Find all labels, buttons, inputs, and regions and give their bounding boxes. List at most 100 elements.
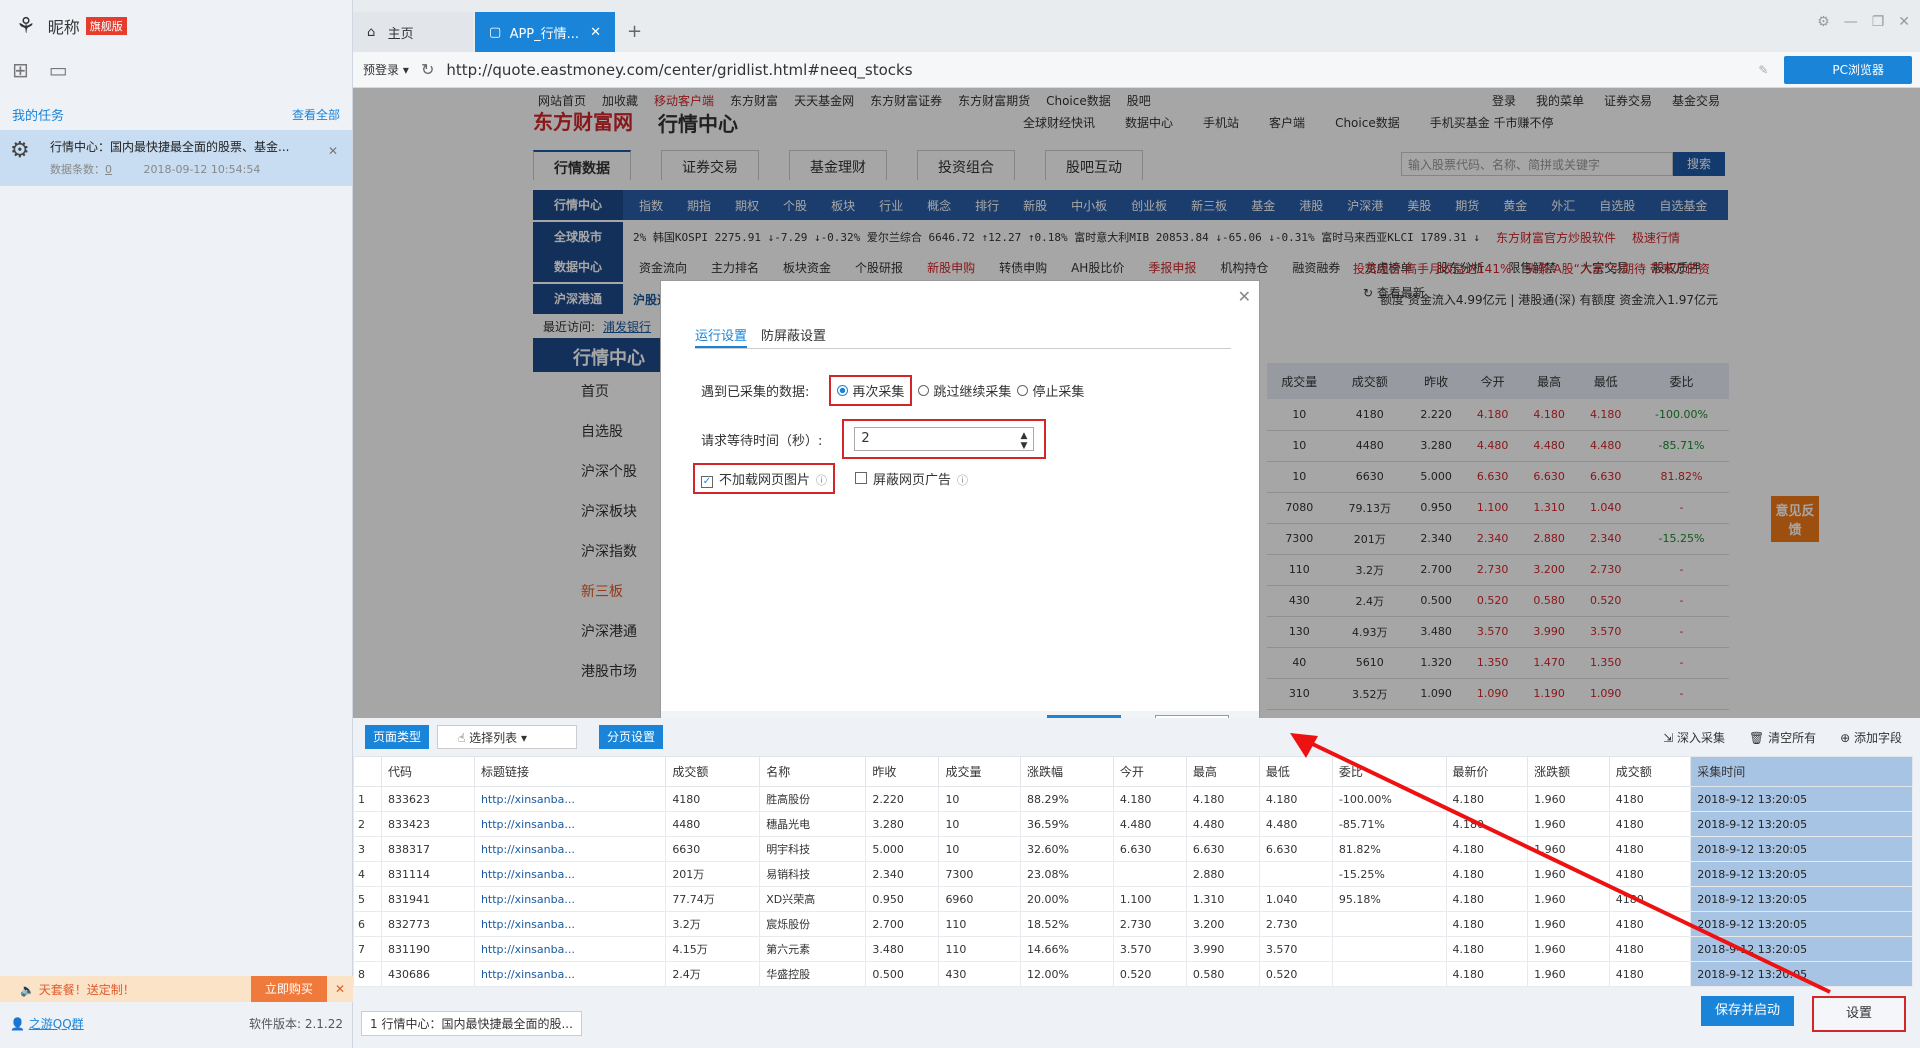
table-cell[interactable]: 20.00% bbox=[1020, 886, 1114, 912]
table-cell[interactable]: 宸烁股份 bbox=[759, 911, 867, 937]
table-cell[interactable]: 2.4万 bbox=[665, 961, 761, 987]
qq-group-link[interactable]: 👤 之游QQ群 bbox=[10, 1015, 84, 1032]
table-cell[interactable]: 4180 bbox=[1608, 911, 1692, 937]
table-cell[interactable]: 831114 bbox=[381, 861, 475, 887]
table-cell[interactable]: 4.180 bbox=[1445, 811, 1529, 837]
table-cell[interactable]: 2.880 bbox=[1185, 861, 1260, 887]
stepper-arrows-icon[interactable]: ▲ ▼ bbox=[1020, 431, 1027, 451]
table-cell[interactable]: 430 bbox=[938, 961, 1022, 987]
table-cell[interactable]: 833623 bbox=[381, 786, 475, 812]
table-cell[interactable]: 833423 bbox=[381, 811, 475, 837]
column-header[interactable]: 成交额 bbox=[665, 756, 761, 787]
settings-button[interactable]: 设置 bbox=[1812, 996, 1906, 1032]
table-cell[interactable]: 0.500 bbox=[865, 961, 940, 987]
user-avatar-icon[interactable]: ⚘ bbox=[16, 14, 36, 39]
clear-all-button[interactable]: 🗑 清空所有 bbox=[1749, 729, 1816, 746]
table-cell[interactable]: 1.960 bbox=[1527, 786, 1610, 812]
table-cell[interactable]: 8 bbox=[353, 961, 382, 987]
table-cell[interactable] bbox=[1112, 861, 1187, 887]
table-cell[interactable]: http://xinsanba... bbox=[473, 786, 667, 812]
table-cell[interactable]: http://xinsanba... bbox=[473, 886, 667, 912]
column-header[interactable]: 标题链接 bbox=[473, 756, 667, 787]
table-cell[interactable]: 2018-9-12 13:20:05 bbox=[1690, 811, 1913, 837]
column-header[interactable]: 名称 bbox=[759, 756, 867, 787]
table-cell[interactable]: 4.180 bbox=[1445, 861, 1529, 887]
table-cell[interactable]: 4.180 bbox=[1445, 786, 1529, 812]
no-images-checkbox[interactable]: ✓ 不加载网页图片 ⓘ bbox=[693, 463, 836, 494]
task-item[interactable]: ⚙ 行情中心：国内最快捷最全面的股票、基金... 数据条数：0 2018-09-… bbox=[0, 130, 352, 186]
table-cell[interactable]: 1.310 bbox=[1185, 886, 1260, 912]
login-menu[interactable]: 预登录 ▾ bbox=[353, 61, 409, 78]
recollect-radio[interactable]: 再次采集 bbox=[829, 375, 913, 406]
table-cell[interactable]: 95.18% bbox=[1331, 886, 1447, 912]
table-cell[interactable]: 4180 bbox=[1608, 861, 1692, 887]
pc-browser-button[interactable]: PC浏览器 bbox=[1784, 55, 1912, 84]
buy-now-button[interactable]: 立即购买 bbox=[250, 976, 327, 1002]
table-cell[interactable]: 4180 bbox=[1608, 936, 1692, 962]
table-cell[interactable]: XD兴荣高 bbox=[759, 886, 867, 912]
table-row[interactable]: 6 832773 http://xinsanba... 3.2万 宸烁股份 2.700 11… bbox=[353, 911, 1913, 937]
column-header[interactable]: 成交额 bbox=[1608, 756, 1692, 787]
table-cell[interactable]: 5.000 bbox=[865, 836, 940, 862]
column-header[interactable]: 代码 bbox=[381, 756, 475, 787]
table-cell[interactable]: http://xinsanba... bbox=[473, 961, 667, 987]
table-cell[interactable]: 832773 bbox=[381, 911, 475, 937]
table-cell[interactable] bbox=[1331, 961, 1447, 987]
column-header[interactable]: 今开 bbox=[1112, 756, 1187, 787]
table-cell[interactable]: 10 bbox=[938, 811, 1022, 837]
table-cell[interactable]: 4480 bbox=[665, 811, 761, 837]
table-cell[interactable]: 831190 bbox=[381, 936, 475, 962]
table-cell[interactable]: 2.730 bbox=[1258, 911, 1333, 937]
table-cell[interactable]: 32.60% bbox=[1020, 836, 1114, 862]
table-cell[interactable]: 23.08% bbox=[1020, 861, 1114, 887]
table-cell[interactable]: 10 bbox=[938, 836, 1022, 862]
deep-collect-button[interactable]: ⇲ 深入采集 bbox=[1663, 729, 1725, 746]
table-cell[interactable]: 2.730 bbox=[1112, 911, 1187, 937]
table-cell[interactable]: 201万 bbox=[665, 861, 761, 887]
column-header[interactable]: 涨跌额 bbox=[1527, 756, 1610, 787]
promo-close-icon[interactable]: ✕ bbox=[327, 982, 353, 996]
table-cell[interactable]: 1.960 bbox=[1527, 836, 1610, 862]
table-cell[interactable] bbox=[1331, 911, 1447, 937]
table-row[interactable]: 1 833623 http://xinsanba... 4180 胜高股份 2.220 10… bbox=[353, 786, 1913, 812]
table-cell[interactable]: 明宇科技 bbox=[759, 836, 867, 862]
table-cell[interactable]: 2018-9-12 13:20:05 bbox=[1690, 836, 1913, 862]
column-header[interactable]: 最低 bbox=[1258, 756, 1333, 787]
table-cell[interactable]: 3.990 bbox=[1185, 936, 1260, 962]
table-cell[interactable]: 4.180 bbox=[1112, 786, 1187, 812]
nickname[interactable]: 昵称 bbox=[48, 14, 80, 38]
table-cell[interactable]: 2 bbox=[353, 811, 382, 837]
table-cell[interactable]: 1 bbox=[353, 786, 382, 812]
task-close-icon[interactable]: ✕ bbox=[328, 144, 338, 158]
table-cell[interactable]: http://xinsanba... bbox=[473, 911, 667, 937]
table-cell[interactable]: 2018-9-12 13:20:05 bbox=[1690, 936, 1913, 962]
table-cell[interactable]: 6 bbox=[353, 911, 382, 937]
table-cell[interactable]: 3.2万 bbox=[665, 911, 761, 937]
table-cell[interactable]: 81.82% bbox=[1331, 836, 1447, 862]
table-cell[interactable]: 2.340 bbox=[865, 861, 940, 887]
table-cell[interactable]: 3.570 bbox=[1258, 936, 1333, 962]
settings-icon[interactable]: ⚙ bbox=[1817, 14, 1830, 30]
table-cell[interactable]: 10 bbox=[938, 786, 1022, 812]
table-cell[interactable]: 4180 bbox=[1608, 811, 1692, 837]
table-cell[interactable]: 4.180 bbox=[1185, 786, 1260, 812]
table-cell[interactable]: 4.480 bbox=[1258, 811, 1333, 837]
table-cell[interactable]: 6.630 bbox=[1258, 836, 1333, 862]
table-cell[interactable]: 4.180 bbox=[1445, 886, 1529, 912]
restore-icon[interactable]: ❐ bbox=[1872, 14, 1885, 30]
skip-radio[interactable]: 跳过继续采集 bbox=[918, 381, 1011, 400]
edit-icon[interactable]: ✎ bbox=[1758, 63, 1768, 77]
table-cell[interactable]: 0.580 bbox=[1185, 961, 1260, 987]
table-cell[interactable]: -15.25% bbox=[1331, 861, 1447, 887]
table-cell[interactable]: 4180 bbox=[665, 786, 761, 812]
dialog-close-icon[interactable]: ✕ bbox=[1238, 287, 1251, 306]
wait-stepper[interactable]: 2 ▲ ▼ bbox=[854, 427, 1035, 451]
view-all-link[interactable]: 查看全部 bbox=[292, 106, 340, 123]
table-cell[interactable]: 2018-9-12 13:20:05 bbox=[1690, 786, 1913, 812]
table-row[interactable]: 7 831190 http://xinsanba... 4.15万 第六元素 3.480 1… bbox=[353, 936, 1913, 962]
table-cell[interactable]: -100.00% bbox=[1331, 786, 1447, 812]
table-cell[interactable]: 2018-9-12 13:20:05 bbox=[1690, 961, 1913, 987]
table-cell[interactable]: 6960 bbox=[938, 886, 1022, 912]
table-cell[interactable]: 1.960 bbox=[1527, 911, 1610, 937]
table-cell[interactable]: 5 bbox=[353, 886, 382, 912]
